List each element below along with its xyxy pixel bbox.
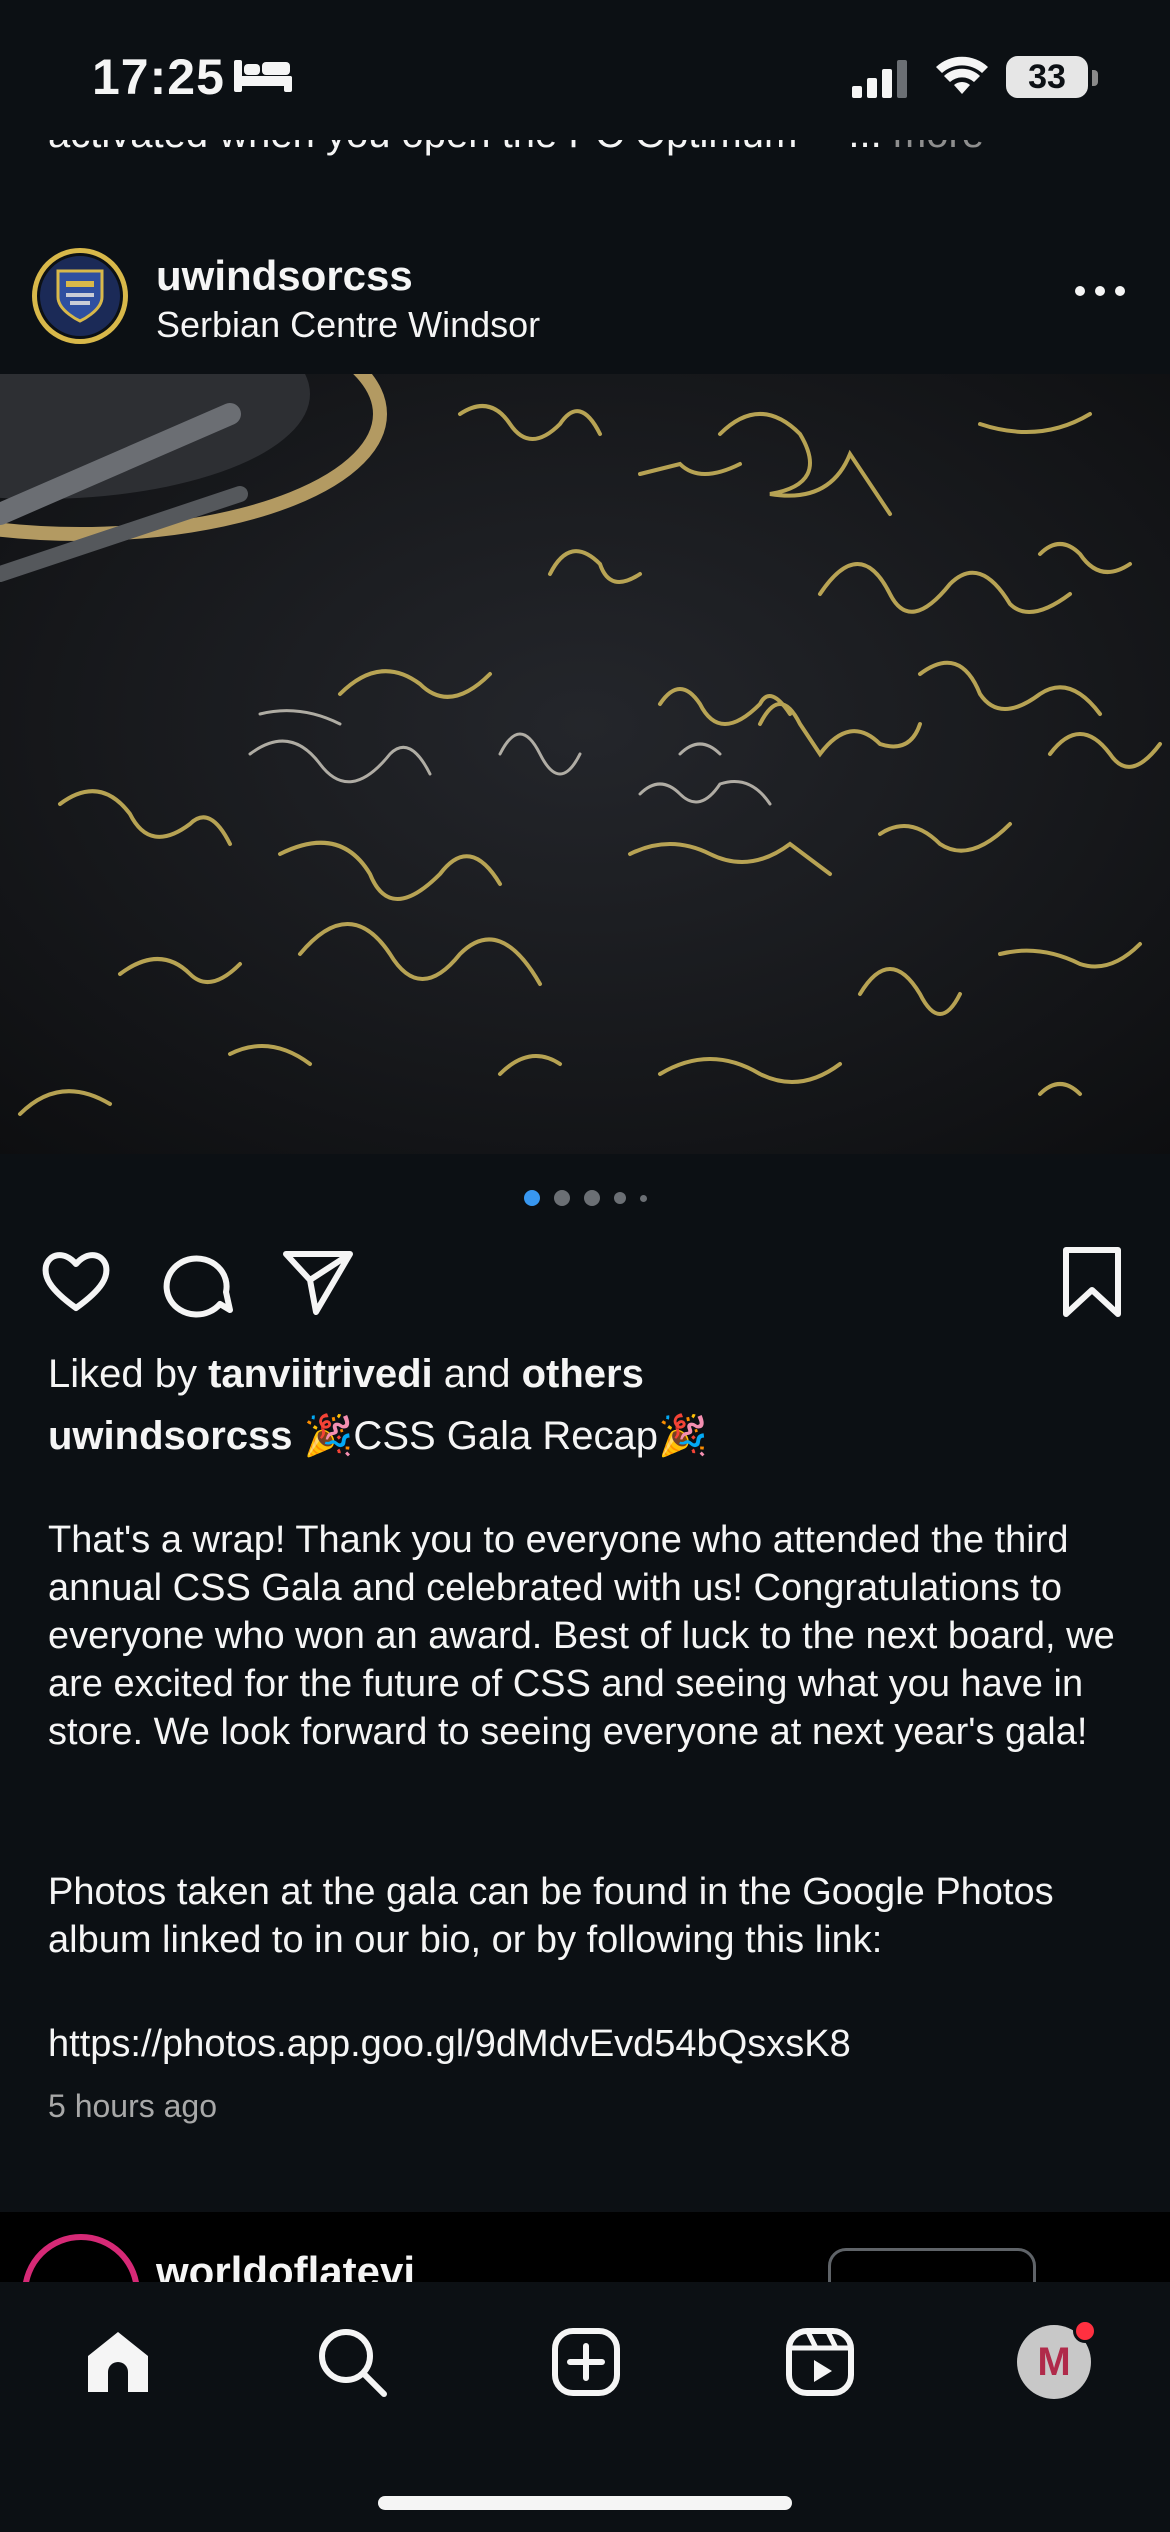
reels-icon[interactable] bbox=[780, 2322, 860, 2402]
post-caption-title: uwindsorcss 🎉CSS Gala Recap🎉 bbox=[48, 1412, 1128, 1460]
profile-tab[interactable]: M bbox=[1014, 2319, 1097, 2402]
battery-icon: 33 bbox=[1006, 56, 1088, 98]
shield-logo-icon bbox=[56, 269, 104, 323]
signal-icon bbox=[852, 60, 907, 98]
liked-by-others[interactable]: others bbox=[522, 1352, 644, 1396]
create-icon[interactable] bbox=[546, 2322, 626, 2402]
carousel-dot bbox=[553, 1190, 570, 1206]
search-icon[interactable] bbox=[312, 2322, 392, 2402]
bottom-tab-bar: M bbox=[0, 2282, 1170, 2532]
carousel-indicator bbox=[0, 1190, 1170, 1206]
post-timestamp: 5 hours ago bbox=[48, 2088, 218, 2124]
profile-avatar[interactable]: M bbox=[1017, 2319, 1097, 2399]
next-post-username[interactable]: worldoflatevi bbox=[156, 2248, 415, 2282]
status-time: 17:25 bbox=[92, 49, 225, 105]
carousel-dot bbox=[613, 1192, 626, 1204]
more-options-icon[interactable] bbox=[1075, 286, 1125, 296]
next-post-follow-button[interactable] bbox=[828, 2248, 1036, 2282]
wifi-icon bbox=[936, 56, 988, 94]
share-send-icon[interactable] bbox=[280, 1244, 356, 1320]
carousel-dot bbox=[639, 1194, 647, 1202]
profile-initial: M bbox=[1037, 2339, 1071, 2384]
bed-icon bbox=[234, 60, 292, 92]
post-image[interactable] bbox=[0, 374, 1170, 1154]
home-indicator[interactable] bbox=[378, 2496, 792, 2510]
status-bar: 17:25 33 bbox=[0, 0, 1170, 140]
caption-link[interactable]: https://photos.app.goo.gl/9dMdvEvd54bQsx… bbox=[48, 2020, 1128, 2068]
post-header: uwindsorcss Serbian Centre Windsor bbox=[0, 232, 1170, 372]
liked-by-user[interactable]: tanviitrivedi bbox=[208, 1352, 433, 1396]
caption-paragraph-2: Photos taken at the gala can be found in… bbox=[48, 1871, 1054, 1961]
next-post-header: worldoflatevi bbox=[0, 2212, 1170, 2282]
comment-icon[interactable] bbox=[160, 1244, 236, 1320]
notification-dot bbox=[1073, 2319, 1097, 2343]
carousel-dot bbox=[583, 1190, 600, 1206]
carousel-dot bbox=[523, 1190, 540, 1206]
caption-paragraph-1: That's a wrap! Thank you to everyone who… bbox=[48, 1519, 1115, 1753]
liked-by-text[interactable]: Liked by tanviitrivedi and others bbox=[48, 1352, 644, 1397]
liked-by-prefix: Liked by bbox=[48, 1352, 209, 1396]
save-bookmark-icon[interactable] bbox=[1054, 1244, 1130, 1320]
liked-by-middle: and bbox=[432, 1352, 522, 1396]
home-icon[interactable] bbox=[78, 2322, 158, 2402]
battery-tip bbox=[1092, 70, 1098, 86]
caption-title: 🎉CSS Gala Recap🎉 bbox=[292, 1414, 708, 1458]
post-username[interactable]: uwindsorcss bbox=[156, 252, 413, 300]
post-location[interactable]: Serbian Centre Windsor bbox=[156, 304, 540, 346]
post-author-avatar[interactable] bbox=[32, 248, 128, 344]
signed-tablecloth-photo bbox=[0, 374, 1170, 1154]
caption-username[interactable]: uwindsorcss bbox=[48, 1414, 293, 1458]
like-heart-icon[interactable] bbox=[38, 1244, 114, 1320]
next-post-avatar[interactable] bbox=[22, 2234, 140, 2282]
